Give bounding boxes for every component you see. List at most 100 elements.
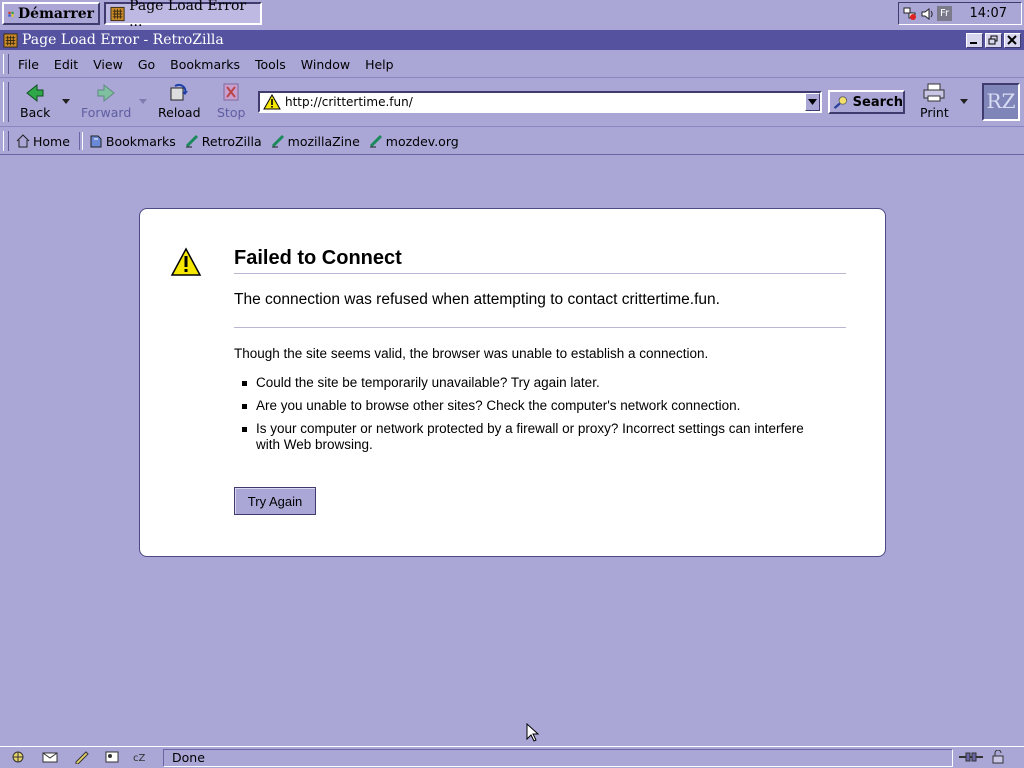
search-label: Search — [852, 94, 903, 110]
navigator-icon[interactable] — [10, 750, 26, 764]
bookmark-retrozilla[interactable]: RetroZilla — [185, 134, 262, 149]
window-title: Page Load Error - RetroZilla — [22, 32, 224, 48]
stop-button[interactable]: Stop — [217, 82, 245, 120]
navigation-toolbar: Back Forward Reload Stop Sear — [0, 79, 1024, 127]
start-label: Démarrer — [18, 5, 94, 22]
url-bar[interactable] — [258, 91, 822, 113]
menu-tools[interactable]: Tools — [255, 57, 286, 72]
toolbar-separator — [78, 132, 83, 150]
start-button[interactable]: Démarrer — [2, 2, 100, 25]
list-item: Are you unable to browse other sites? Ch… — [234, 398, 824, 414]
bookmark-mozillazine-label: mozillaZine — [287, 133, 360, 149]
minimize-button[interactable] — [966, 32, 983, 48]
maximize-button[interactable] — [985, 32, 1002, 48]
bookmark-link-icon — [185, 134, 198, 148]
mouse-cursor-icon — [526, 723, 540, 742]
forward-label: Forward — [81, 105, 132, 120]
back-button[interactable]: Back — [20, 82, 50, 120]
url-input[interactable] — [281, 95, 805, 109]
window-titlebar[interactable]: Page Load Error - RetroZilla — [0, 30, 1024, 50]
back-dropdown-icon[interactable] — [62, 99, 70, 104]
error-box: Failed to Connect The connection was ref… — [139, 208, 886, 557]
chevron-down-icon — [808, 99, 817, 105]
retrozilla-icon — [3, 32, 18, 48]
error-title: Failed to Connect — [234, 247, 402, 269]
warning-icon — [170, 247, 202, 276]
system-tray: Fr 14:07 — [898, 2, 1022, 25]
personal-toolbar: Home Bookmarks RetroZilla mozillaZine mo… — [0, 128, 1024, 155]
home-label: Home — [33, 133, 70, 149]
network-icon[interactable] — [903, 7, 917, 21]
printer-icon — [923, 83, 945, 102]
mail-icon[interactable] — [42, 750, 58, 764]
personalbar-grip[interactable] — [3, 131, 9, 151]
composer-icon[interactable] — [74, 750, 90, 764]
speaker-icon[interactable] — [920, 7, 934, 21]
bookmarks-button[interactable]: Bookmarks — [89, 134, 176, 149]
try-again-button[interactable]: Try Again — [234, 487, 316, 515]
menu-help[interactable]: Help — [365, 57, 394, 72]
minimize-icon — [970, 41, 977, 44]
menu-go[interactable]: Go — [138, 57, 155, 72]
clock: 14:07 — [969, 6, 1007, 21]
forward-arrow-icon — [97, 83, 115, 103]
print-dropdown-icon[interactable] — [960, 99, 968, 104]
back-label: Back — [20, 105, 51, 120]
reload-label: Reload — [158, 105, 201, 120]
menu-edit[interactable]: Edit — [54, 57, 78, 72]
forward-button[interactable]: Forward — [81, 82, 131, 120]
home-button[interactable]: Home — [16, 134, 70, 149]
menubar-grip[interactable] — [3, 54, 9, 74]
status-text: Done — [163, 749, 953, 767]
bookmark-retrozilla-label: RetroZilla — [201, 133, 262, 149]
back-arrow-icon — [26, 83, 44, 103]
reload-button[interactable]: Reload — [158, 82, 201, 120]
taskbar-window-label: Page Load Error ... — [129, 0, 247, 30]
reload-icon — [170, 84, 189, 101]
close-icon — [1007, 34, 1017, 45]
menu-bookmarks[interactable]: Bookmarks — [170, 57, 240, 72]
chatzilla-icon[interactable]: cZ — [132, 750, 148, 764]
bookmark-mozdev[interactable]: mozdev.org — [369, 134, 459, 149]
list-item: Could the site be temporarily unavailabl… — [234, 375, 824, 391]
navbar-grip[interactable] — [3, 82, 9, 122]
bookmarks-icon — [90, 135, 102, 148]
error-long-description: Though the site seems valid, the browser… — [234, 346, 709, 361]
bookmarks-label: Bookmarks — [105, 133, 176, 149]
retrozilla-logo: RZ — [982, 83, 1020, 121]
bookmark-mozdev-label: mozdev.org — [385, 133, 459, 149]
address-book-icon[interactable] — [104, 750, 120, 764]
security-lock-icon[interactable] — [990, 750, 1006, 764]
bookmark-link-icon — [369, 134, 382, 148]
forward-dropdown-icon[interactable] — [139, 99, 147, 104]
stop-label: Stop — [217, 105, 246, 120]
retrozilla-icon — [110, 6, 125, 21]
stop-icon — [223, 83, 239, 101]
page-content: Failed to Connect The connection was ref… — [0, 155, 1024, 746]
menu-file[interactable]: File — [18, 57, 39, 72]
restore-icon — [988, 35, 998, 44]
close-button[interactable] — [1004, 32, 1021, 48]
print-button[interactable]: Print — [920, 82, 949, 120]
search-icon — [833, 96, 848, 109]
language-indicator[interactable]: Fr — [937, 6, 953, 21]
divider — [234, 273, 846, 274]
windows-logo-icon — [8, 11, 14, 17]
svg-text:cZ: cZ — [133, 753, 145, 764]
error-suggestions: Could the site be temporarily unavailabl… — [234, 375, 824, 460]
home-icon — [16, 134, 30, 148]
bookmark-link-icon — [271, 134, 284, 148]
error-short-description: The connection was refused when attempti… — [234, 291, 720, 308]
warning-icon — [263, 94, 281, 110]
search-button[interactable]: Search — [828, 90, 905, 114]
taskbar: Démarrer Page Load Error ... Fr 14:07 — [0, 0, 1024, 30]
print-label: Print — [920, 105, 949, 120]
bookmark-mozillazine[interactable]: mozillaZine — [271, 134, 360, 149]
menu-view[interactable]: View — [93, 57, 123, 72]
menu-window[interactable]: Window — [301, 57, 350, 72]
status-bar: cZ Done — [0, 746, 1024, 768]
divider — [234, 327, 846, 328]
taskbar-window-button[interactable]: Page Load Error ... — [104, 0, 262, 30]
online-status-icon[interactable] — [958, 750, 984, 764]
url-dropdown-button[interactable] — [805, 93, 820, 111]
